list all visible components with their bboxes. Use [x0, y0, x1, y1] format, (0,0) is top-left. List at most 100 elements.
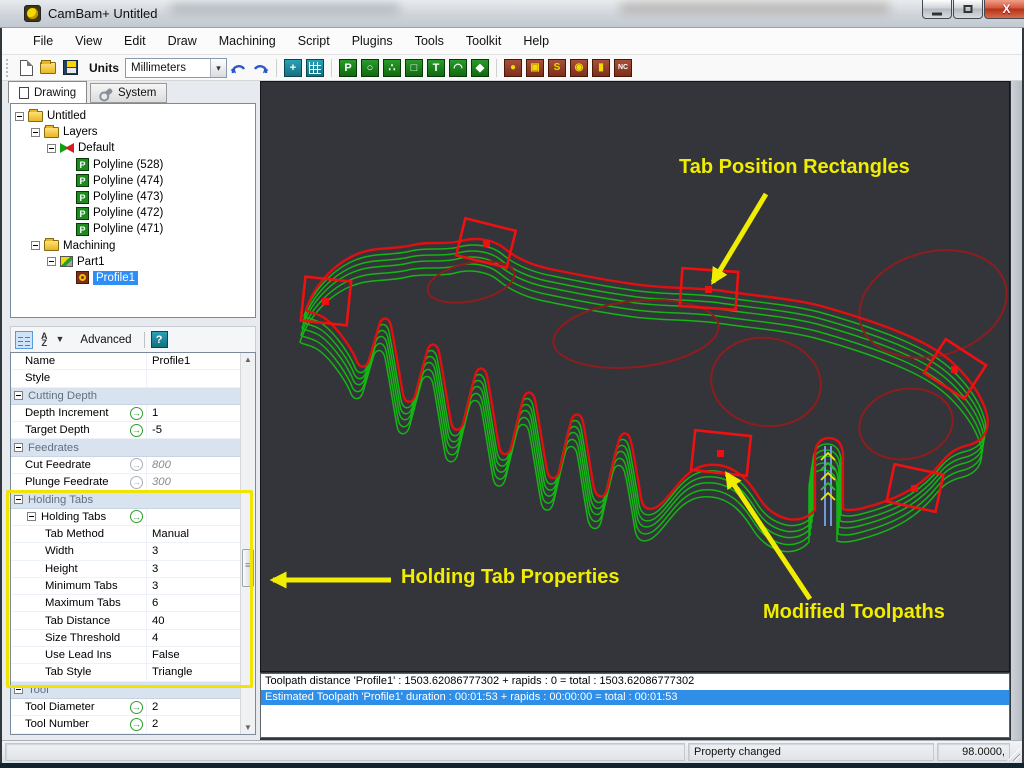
inherited-value-icon[interactable]: → — [130, 458, 143, 471]
tree-item-layers[interactable]: Layers — [11, 124, 255, 140]
drawing-canvas[interactable]: Tab Position Rectangles Holding Tab Prop… — [260, 81, 1010, 672]
scroll-down-icon[interactable]: ▼ — [243, 723, 253, 732]
property-row-tab-style[interactable]: Tab Style Triangle — [11, 664, 255, 681]
menu-draw[interactable]: Draw — [157, 30, 208, 52]
log-line-selected[interactable]: Estimated Toolpath 'Profile1' duration :… — [261, 690, 1009, 706]
collapse-icon[interactable] — [47, 144, 56, 153]
pocket-op-icon[interactable]: ▣ — [526, 59, 544, 77]
menu-tools[interactable]: Tools — [404, 30, 455, 52]
collapse-icon[interactable] — [14, 443, 23, 452]
set-value-icon[interactable]: → — [130, 424, 143, 437]
property-value[interactable]: Triangle — [147, 666, 255, 678]
menu-script[interactable]: Script — [287, 30, 341, 52]
property-row-size-threshold[interactable]: Size Threshold 4 — [11, 630, 255, 647]
property-value[interactable]: -5 — [147, 424, 255, 436]
menu-help[interactable]: Help — [512, 30, 560, 52]
property-row-target-depth[interactable]: Target Depth→ -5 — [11, 422, 255, 439]
property-value[interactable]: 2 — [147, 718, 255, 730]
chevron-down-icon[interactable]: ▾ — [210, 59, 226, 77]
categorized-view-button[interactable] — [15, 331, 33, 349]
tree-item-machining[interactable]: Machining — [11, 238, 255, 254]
sort-alphabetical-button[interactable]: A Z — [41, 333, 48, 347]
menu-file[interactable]: File — [22, 30, 64, 52]
property-value[interactable]: 3 — [147, 580, 255, 592]
advanced-button[interactable]: Advanced — [74, 332, 137, 348]
category-holding-tabs[interactable]: Holding Tabs — [11, 491, 255, 508]
tree-item-polyline[interactable]: P Polyline (473) — [11, 189, 255, 205]
set-value-icon[interactable]: → — [130, 701, 143, 714]
gcode-icon[interactable]: NC — [614, 59, 632, 77]
property-value[interactable]: 6 — [147, 597, 255, 609]
category-feedrates[interactable]: Feedrates — [11, 439, 255, 456]
open-file-button[interactable] — [37, 58, 59, 78]
tree-item-polyline[interactable]: P Polyline (471) — [11, 221, 255, 237]
property-row-plunge-feedrate[interactable]: Plunge Feedrate→ 300 — [11, 474, 255, 491]
menu-machining[interactable]: Machining — [208, 30, 287, 52]
property-row-style[interactable]: Style — [11, 370, 255, 387]
property-value[interactable]: 3 — [147, 563, 255, 575]
property-row-holding-tabs[interactable]: Holding Tabs→ — [11, 509, 255, 526]
property-row-use-lead-ins[interactable]: Use Lead Ins False — [11, 647, 255, 664]
property-value[interactable]: 4 — [147, 632, 255, 644]
property-row-cut-feedrate[interactable]: Cut Feedrate→ 800 — [11, 457, 255, 474]
property-value[interactable]: Profile1 — [147, 355, 255, 367]
scrollbar-thumb[interactable] — [242, 549, 254, 587]
save-file-button[interactable] — [59, 58, 81, 78]
property-row-name[interactable]: Name Profile1 — [11, 353, 255, 370]
property-value[interactable]: Manual — [147, 528, 255, 540]
menu-view[interactable]: View — [64, 30, 113, 52]
properties-scrollbar[interactable]: ▲ ▼ — [240, 353, 255, 734]
property-value[interactable]: 3 — [147, 545, 255, 557]
tree-item-polyline[interactable]: P Polyline (528) — [11, 157, 255, 173]
collapse-icon[interactable] — [47, 257, 56, 266]
property-row-tab-method[interactable]: Tab Method Manual — [11, 526, 255, 543]
property-row-height[interactable]: Height 3 — [11, 561, 255, 578]
property-row-width[interactable]: Width 3 — [11, 543, 255, 560]
grid-icon[interactable] — [306, 59, 324, 77]
circle-icon[interactable]: ○ — [361, 59, 379, 77]
rectangle-icon[interactable]: □ — [405, 59, 423, 77]
undo-button[interactable] — [227, 58, 249, 78]
new-file-button[interactable] — [15, 58, 37, 78]
tree-item-polyline[interactable]: P Polyline (472) — [11, 205, 255, 221]
property-row-tab-distance[interactable]: Tab Distance 40 — [11, 612, 255, 629]
collapse-icon[interactable] — [14, 685, 23, 694]
property-row-tool-diameter[interactable]: Tool Diameter→ 2 — [11, 699, 255, 716]
collapse-icon[interactable] — [14, 495, 23, 504]
polyline-icon[interactable]: P — [339, 59, 357, 77]
arc-icon[interactable]: ◠ — [449, 59, 467, 77]
property-row-maximum-tabs[interactable]: Maximum Tabs 6 — [11, 595, 255, 612]
tab-system[interactable]: System — [90, 83, 167, 103]
inherited-value-icon[interactable]: → — [130, 476, 143, 489]
property-value[interactable]: 800 — [147, 459, 255, 471]
help-button[interactable]: ? — [151, 331, 168, 348]
drill-op-icon[interactable]: ◉ — [570, 59, 588, 77]
scroll-up-icon[interactable]: ▲ — [243, 355, 253, 364]
collapse-icon[interactable] — [27, 512, 36, 521]
units-dropdown[interactable]: Millimeters ▾ — [125, 58, 227, 78]
category-cutting-depth[interactable]: Cutting Depth — [11, 388, 255, 405]
category-tool[interactable]: Tool — [11, 682, 255, 699]
profile3d-op-icon[interactable]: ▮ — [592, 59, 610, 77]
menu-edit[interactable]: Edit — [113, 30, 157, 52]
maximize-button[interactable] — [953, 0, 983, 19]
collapse-icon[interactable] — [31, 128, 40, 137]
property-value[interactable]: 1 — [147, 407, 255, 419]
collapse-icon[interactable] — [14, 391, 23, 400]
property-value[interactable]: 2 — [147, 701, 255, 713]
tree-item-part1[interactable]: Part1 — [11, 254, 255, 270]
set-value-icon[interactable]: → — [130, 718, 143, 731]
property-row-depth-increment[interactable]: Depth Increment→ 1 — [11, 405, 255, 422]
tree-item-profile1[interactable]: Profile1 — [11, 270, 255, 286]
tab-drawing[interactable]: Drawing — [8, 81, 87, 103]
log-line[interactable]: Toolpath distance 'Profile1' : 1503.6208… — [261, 674, 1009, 690]
close-button[interactable]: X — [984, 0, 1024, 19]
points-icon[interactable]: ∴ — [383, 59, 401, 77]
property-row-minimum-tabs[interactable]: Minimum Tabs 3 — [11, 578, 255, 595]
property-row-tool-number[interactable]: Tool Number→ 2 — [11, 716, 255, 733]
engrave-op-icon[interactable]: S — [548, 59, 566, 77]
axes-icon[interactable]: + — [284, 59, 302, 77]
profile-op-icon[interactable]: ● — [504, 59, 522, 77]
property-value[interactable]: 300 — [147, 476, 255, 488]
tree-item-polyline[interactable]: P Polyline (474) — [11, 173, 255, 189]
